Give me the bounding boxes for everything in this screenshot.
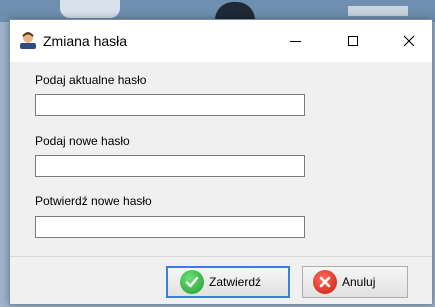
button-area-divider bbox=[10, 256, 432, 257]
confirm-password-label: Potwierdź nowe hasło bbox=[35, 194, 152, 208]
new-password-field[interactable] bbox=[35, 155, 305, 177]
maximize-button[interactable] bbox=[330, 20, 376, 62]
confirm-button-label: Zatwierdź bbox=[209, 275, 262, 289]
background-shape bbox=[348, 6, 408, 16]
background-shape bbox=[60, 0, 120, 18]
confirm-button[interactable]: Zatwierdź bbox=[166, 266, 290, 298]
close-icon bbox=[403, 35, 415, 47]
current-password-field[interactable] bbox=[35, 94, 305, 116]
title-bar[interactable]: Zmiana hasła bbox=[10, 20, 432, 62]
checkmark-icon bbox=[180, 270, 204, 294]
current-password-label: Podaj aktualne hasło bbox=[35, 73, 147, 87]
minimize-icon bbox=[289, 40, 301, 42]
maximize-icon bbox=[348, 36, 358, 46]
cancel-icon bbox=[313, 270, 337, 294]
user-avatar-icon bbox=[20, 32, 36, 49]
close-button[interactable] bbox=[386, 20, 432, 62]
new-password-label: Podaj nowe hasło bbox=[35, 134, 130, 148]
minimize-button[interactable] bbox=[272, 20, 318, 62]
window-title: Zmiana hasła bbox=[43, 33, 128, 49]
change-password-dialog: Zmiana hasła Podaj aktualne hasło Podaj … bbox=[9, 19, 433, 305]
confirm-password-field[interactable] bbox=[35, 216, 305, 238]
cancel-button[interactable]: Anuluj bbox=[302, 266, 408, 298]
cancel-button-label: Anuluj bbox=[342, 275, 376, 289]
